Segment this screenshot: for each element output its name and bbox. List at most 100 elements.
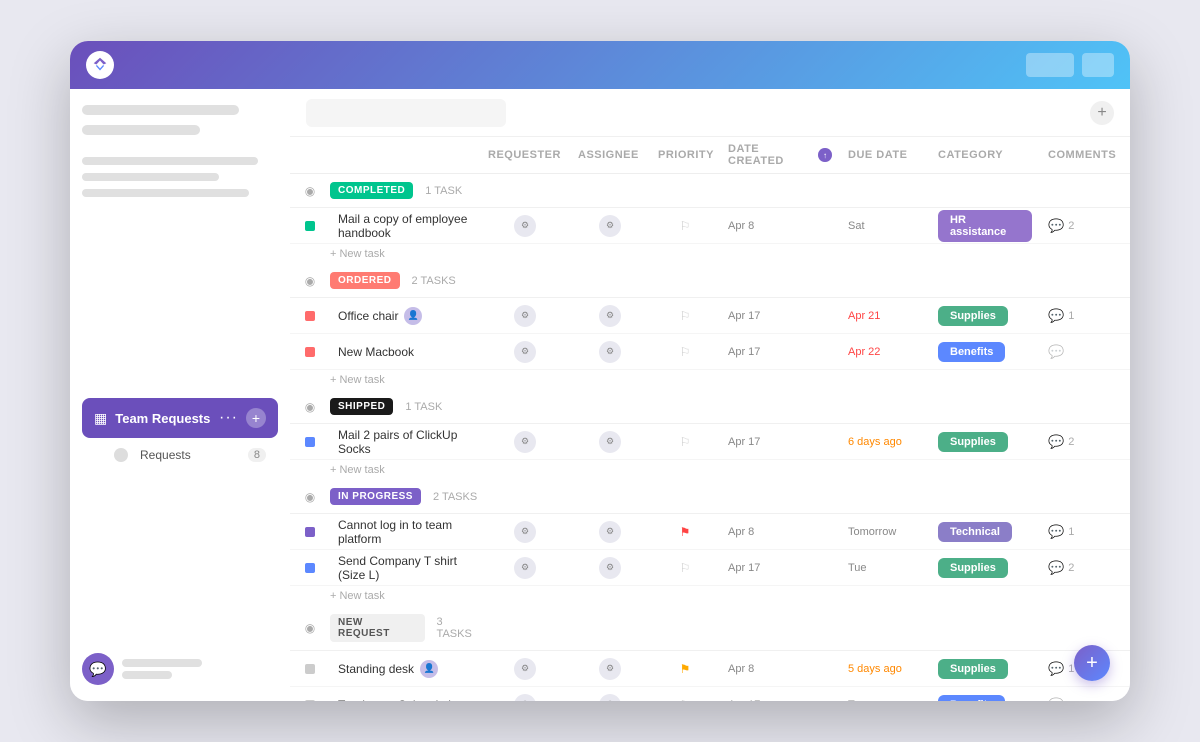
content-area: + REQUESTER ASSIGNEE PRIORITY: [290, 89, 1130, 701]
task-checkbox[interactable]: [290, 437, 330, 447]
task-name-cell: New Macbook: [330, 345, 480, 359]
assignee-avatar: ⚙: [599, 694, 621, 702]
task-row[interactable]: Standing desk 👤 ⚙ ⚙ ⚑ Apr 8 5 days ago S…: [290, 651, 1130, 687]
task-name[interactable]: Office chair: [338, 309, 398, 323]
task-row[interactable]: Office chair 👤 ⚙ ⚙ ⚐ Apr 17 Apr 21 Suppl…: [290, 298, 1130, 334]
section-toggle-new-request[interactable]: ◉: [290, 621, 330, 635]
requester-avatar: ⚙: [514, 431, 536, 453]
fab-button[interactable]: +: [1074, 645, 1110, 681]
status-badge-ordered: ORDERED: [330, 272, 400, 289]
assignee-avatar: ⚙: [599, 521, 621, 543]
task-checkbox[interactable]: [290, 700, 330, 702]
assignee-cell: ⚙: [570, 431, 650, 453]
date-created-cell: Apr 8: [720, 663, 840, 675]
requester-cell: ⚙: [480, 341, 570, 363]
task-status-dot: [305, 437, 315, 447]
col-category: CATEGORY: [930, 143, 1040, 167]
task-row[interactable]: New Macbook ⚙ ⚙ ⚐ Apr 17 Apr 22 Benefits…: [290, 334, 1130, 370]
col-date-created: DATE CREATED ↑: [720, 143, 840, 167]
new-task-button[interactable]: + New task: [290, 370, 1130, 390]
col-requester: REQUESTER: [480, 143, 570, 167]
assignee-avatar: ⚙: [599, 557, 621, 579]
task-row[interactable]: Cannot log in to team platform ⚙ ⚙ ⚑ Apr…: [290, 514, 1130, 550]
section-header-shipped[interactable]: ◉ SHIPPED 1 TASK: [290, 390, 1130, 424]
section-count-in-progress: 2 TASKS: [433, 491, 477, 503]
task-row[interactable]: Send Company T shirt (Size L) ⚙ ⚙ ⚐ Apr …: [290, 550, 1130, 586]
task-checkbox[interactable]: [290, 221, 330, 231]
task-name-cell: Standing desk 👤: [330, 660, 480, 678]
new-task-button[interactable]: + New task: [290, 586, 1130, 606]
task-checkbox[interactable]: [290, 347, 330, 357]
search-bar[interactable]: [306, 99, 506, 127]
section-count-shipped: 1 TASK: [405, 401, 442, 413]
sidebar-item-team-requests[interactable]: ▦ Team Requests ··· +: [82, 398, 278, 438]
date-created-cell: Apr 17: [720, 699, 840, 702]
topbar-btn2[interactable]: [1082, 53, 1114, 77]
topbar-btn1[interactable]: [1026, 53, 1074, 77]
task-name[interactable]: Standing desk: [338, 662, 414, 676]
section-toggle-ordered[interactable]: ◉: [290, 274, 330, 288]
assignee-avatar: ⚙: [599, 341, 621, 363]
section-header-completed[interactable]: ◉ COMPLETED 1 TASK: [290, 174, 1130, 208]
section-header-in-progress[interactable]: ◉ IN PROGRESS 2 TASKS: [290, 480, 1130, 514]
add-column-button[interactable]: +: [1090, 101, 1114, 125]
requester-cell: ⚙: [480, 557, 570, 579]
section-header-new-request[interactable]: ◉ NEW REQUEST 3 TASKS: [290, 606, 1130, 651]
assignee-avatar: ⚙: [599, 431, 621, 453]
task-name[interactable]: Send Company T shirt (Size L): [338, 554, 472, 582]
priority-flag-icon: ⚐: [680, 345, 691, 359]
category-tag: Benefits: [938, 342, 1005, 362]
comments-cell: 💬 2: [1040, 434, 1130, 450]
task-checkbox[interactable]: [290, 311, 330, 321]
priority-cell: ⚑: [650, 662, 720, 676]
assignee-avatar: ⚙: [599, 305, 621, 327]
section-toggle-completed[interactable]: ◉: [290, 184, 330, 198]
due-date-cell: Sat: [840, 220, 930, 232]
comment-count: 1: [1068, 310, 1074, 322]
more-options-icon[interactable]: ···: [219, 409, 238, 427]
status-badge-completed: COMPLETED: [330, 182, 413, 199]
assignee-cell: ⚙: [570, 215, 650, 237]
task-name-cell: Mail a copy of employee handbook: [330, 212, 480, 240]
task-row[interactable]: Treehouse Subscription ⚙ ⚙ ⚐ Apr 17 Tomo…: [290, 687, 1130, 701]
category-cell: Supplies: [930, 432, 1040, 452]
task-name[interactable]: New Macbook: [338, 345, 414, 359]
task-status-dot: [305, 700, 315, 702]
task-status-dot: [305, 664, 315, 674]
sidebar-item-requests[interactable]: Requests 8: [82, 442, 278, 468]
new-task-button[interactable]: + New task: [290, 244, 1130, 264]
comment-count: 2: [1068, 220, 1074, 232]
task-checkbox[interactable]: [290, 527, 330, 537]
task-user-icon: 👤: [420, 660, 438, 678]
main-area: ▦ Team Requests ··· + Requests 8 💬: [70, 89, 1130, 701]
task-name[interactable]: Mail a copy of employee handbook: [338, 212, 472, 240]
add-icon[interactable]: +: [246, 408, 266, 428]
section-toggle-in-progress[interactable]: ◉: [290, 490, 330, 504]
priority-flag-icon: ⚐: [680, 219, 691, 233]
requests-count-badge: 8: [248, 448, 266, 462]
task-row[interactable]: Mail 2 pairs of ClickUp Socks ⚙ ⚙ ⚐ Apr …: [290, 424, 1130, 460]
task-name[interactable]: Treehouse Subscription: [338, 698, 464, 702]
app-frame: ▦ Team Requests ··· + Requests 8 💬: [70, 41, 1130, 701]
priority-cell: ⚐: [650, 698, 720, 702]
section-toggle-shipped[interactable]: ◉: [290, 400, 330, 414]
requester-cell: ⚙: [480, 658, 570, 680]
comment-count: 2: [1068, 436, 1074, 448]
chat-icon[interactable]: 💬: [82, 653, 114, 685]
status-badge-in-progress: IN PROGRESS: [330, 488, 421, 505]
comments-cell: 💬: [1040, 344, 1130, 360]
task-name[interactable]: Mail 2 pairs of ClickUp Socks: [338, 428, 472, 456]
category-cell: Supplies: [930, 306, 1040, 326]
new-task-button[interactable]: + New task: [290, 460, 1130, 480]
calendar-icon: ▦: [94, 410, 107, 427]
section-header-ordered[interactable]: ◉ ORDERED 2 TASKS: [290, 264, 1130, 298]
task-checkbox[interactable]: [290, 664, 330, 674]
task-name[interactable]: Cannot log in to team platform: [338, 518, 472, 546]
due-date-cell: Tue: [840, 562, 930, 574]
task-checkbox[interactable]: [290, 563, 330, 573]
comments-cell: 💬 1: [1040, 308, 1130, 324]
priority-flag-icon: ⚐: [680, 698, 691, 702]
comments-cell: 💬 2: [1040, 218, 1130, 234]
task-row[interactable]: Mail a copy of employee handbook ⚙ ⚙ ⚐ A…: [290, 208, 1130, 244]
due-date-cell: 6 days ago: [840, 436, 930, 448]
